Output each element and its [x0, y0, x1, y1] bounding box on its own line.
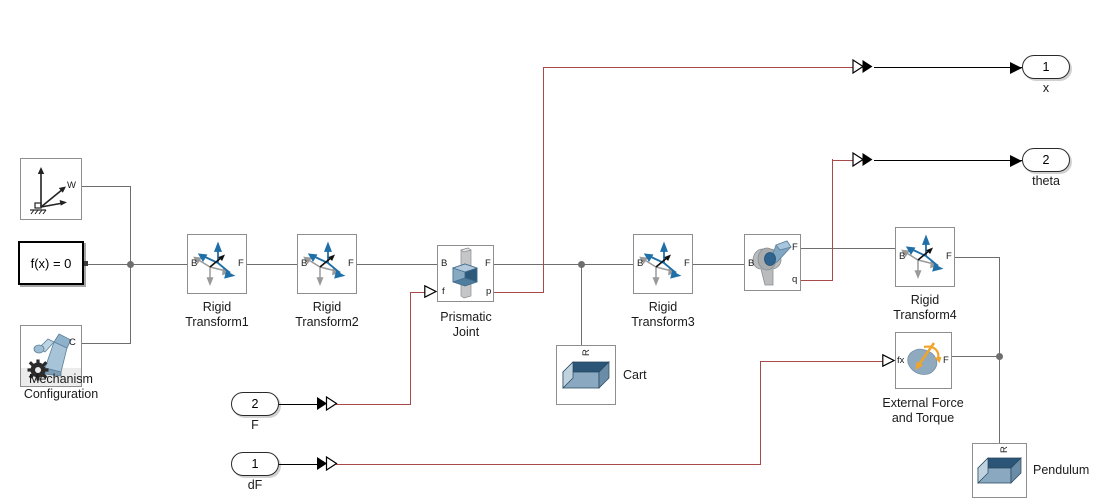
swire-inport-F [279, 403, 318, 405]
port-label-prismatic-f: f [442, 286, 445, 297]
wire-rt2-to-prismatic [357, 264, 438, 265]
swire-x-to-outport [874, 66, 1022, 68]
port-solver-output [84, 261, 88, 266]
port-label-prismatic-F: F [485, 258, 491, 269]
wire-extforce-to-junction [952, 356, 1000, 357]
block-label-rigid-transform-3: Rigid Transform3 [631, 300, 695, 329]
pwire-p-to-x [543, 66, 855, 68]
pwire-p-up [543, 67, 545, 292]
pwire-dF-up [760, 361, 762, 464]
pwire-dF-to-fx [760, 360, 886, 362]
port-label-prismatic-B: B [441, 258, 448, 269]
outport-x[interactable]: 1 [1022, 55, 1070, 79]
swire-theta-to-outport [874, 159, 1022, 161]
inport-dF-label: dF [247, 478, 263, 492]
arrowhead-outport-theta [1010, 154, 1023, 172]
outport-theta[interactable]: 2 [1022, 148, 1070, 172]
port-label-revolute-B: B [748, 258, 755, 269]
ps-simulink-converter-x[interactable] [852, 58, 874, 80]
port-arrow-extforce-fx [882, 353, 896, 372]
block-label-cart: Cart [623, 368, 647, 382]
block-label-rigid-transform-2: Rigid Transform2 [295, 300, 359, 329]
inport-F[interactable]: 2 [231, 392, 279, 416]
wire-revolute-to-rt4 [801, 248, 896, 249]
block-label-mechanism-configuration: Mechanism Configuration [23, 372, 99, 401]
simulink-block-diagram-canvas: W f(x) = 0 C Mechanism Configuration B F… [0, 0, 1105, 502]
port-label-rt2-F: F [348, 258, 354, 269]
pwire-dF-right [336, 463, 761, 465]
port-label-extforce-F: F [943, 355, 949, 366]
block-solver-configuration[interactable]: f(x) = 0 [18, 241, 84, 285]
outport-x-number: 1 [1042, 60, 1050, 74]
port-label-prismatic-p: p [486, 286, 492, 297]
pwire-F-up [410, 292, 412, 404]
port-label-rt4-B: B [899, 251, 906, 262]
port-label-rt2-B: B [301, 258, 308, 269]
port-label-rt3-F: F [684, 258, 690, 269]
wire-mechconfig-right [82, 343, 131, 344]
outport-theta-label: theta [1032, 174, 1060, 188]
outport-theta-number: 2 [1042, 153, 1050, 167]
wire-worldframe-right [82, 186, 131, 187]
simulink-ps-converter-F[interactable] [316, 395, 338, 417]
wire-junction-to-pendulum [999, 356, 1000, 444]
junction-solver-world-mech [126, 260, 134, 268]
wire-solver-to-rt1 [86, 264, 188, 265]
port-label-pendulum-R: R [999, 446, 1010, 453]
wire-rt4-down [999, 257, 1000, 357]
pwire-q-up [832, 159, 834, 280]
ps-simulink-converter-theta[interactable] [852, 151, 874, 173]
port-label-rt3-B: B [637, 258, 644, 269]
wire-worldframe-down [130, 186, 131, 265]
pwire-p-right [494, 291, 544, 293]
block-label-rigid-transform-4: Rigid Transform4 [893, 293, 957, 322]
block-label-prismatic-joint: Prismatic Joint [440, 310, 492, 339]
wire-junction-to-cart [581, 264, 582, 346]
outport-x-label: x [1042, 81, 1050, 95]
port-label-mechconfig-C: C [69, 337, 76, 348]
port-label-cart-R: R [581, 349, 592, 356]
block-label-external-force-and-torque: External Force and Torque [882, 396, 964, 425]
arrowhead-outport-x [1010, 61, 1023, 79]
wire-rt3-to-revolute [693, 264, 745, 265]
wire-mechconfig-up [130, 264, 131, 344]
wire-rt4-right [955, 257, 1000, 258]
prismatic-joint-icon [451, 247, 479, 299]
inport-dF[interactable]: 1 [231, 452, 279, 476]
port-label-revolute-F: F [792, 242, 798, 253]
swire-inport-dF [279, 463, 318, 465]
port-label-world-W: W [67, 180, 76, 191]
wire-prismatic-to-rt3 [494, 264, 634, 265]
inport-F-number: 2 [251, 397, 259, 411]
port-label-rt1-B: B [191, 258, 198, 269]
port-label-revolute-q: q [792, 274, 798, 285]
pwire-F-right [336, 403, 411, 405]
inport-dF-number: 1 [251, 457, 259, 471]
port-label-rt1-F: F [238, 258, 244, 269]
solver-configuration-label: f(x) = 0 [30, 255, 72, 271]
port-arrow-prismatic-f [424, 284, 438, 303]
port-label-extforce-fx: fx [897, 355, 905, 366]
simulink-ps-converter-dF[interactable] [316, 455, 338, 477]
port-label-rt4-F: F [946, 251, 952, 262]
pwire-q-right [801, 279, 833, 281]
inport-F-label: F [251, 418, 259, 432]
wire-rt1-to-rt2 [247, 264, 298, 265]
block-label-pendulum: Pendulum [1033, 463, 1090, 477]
